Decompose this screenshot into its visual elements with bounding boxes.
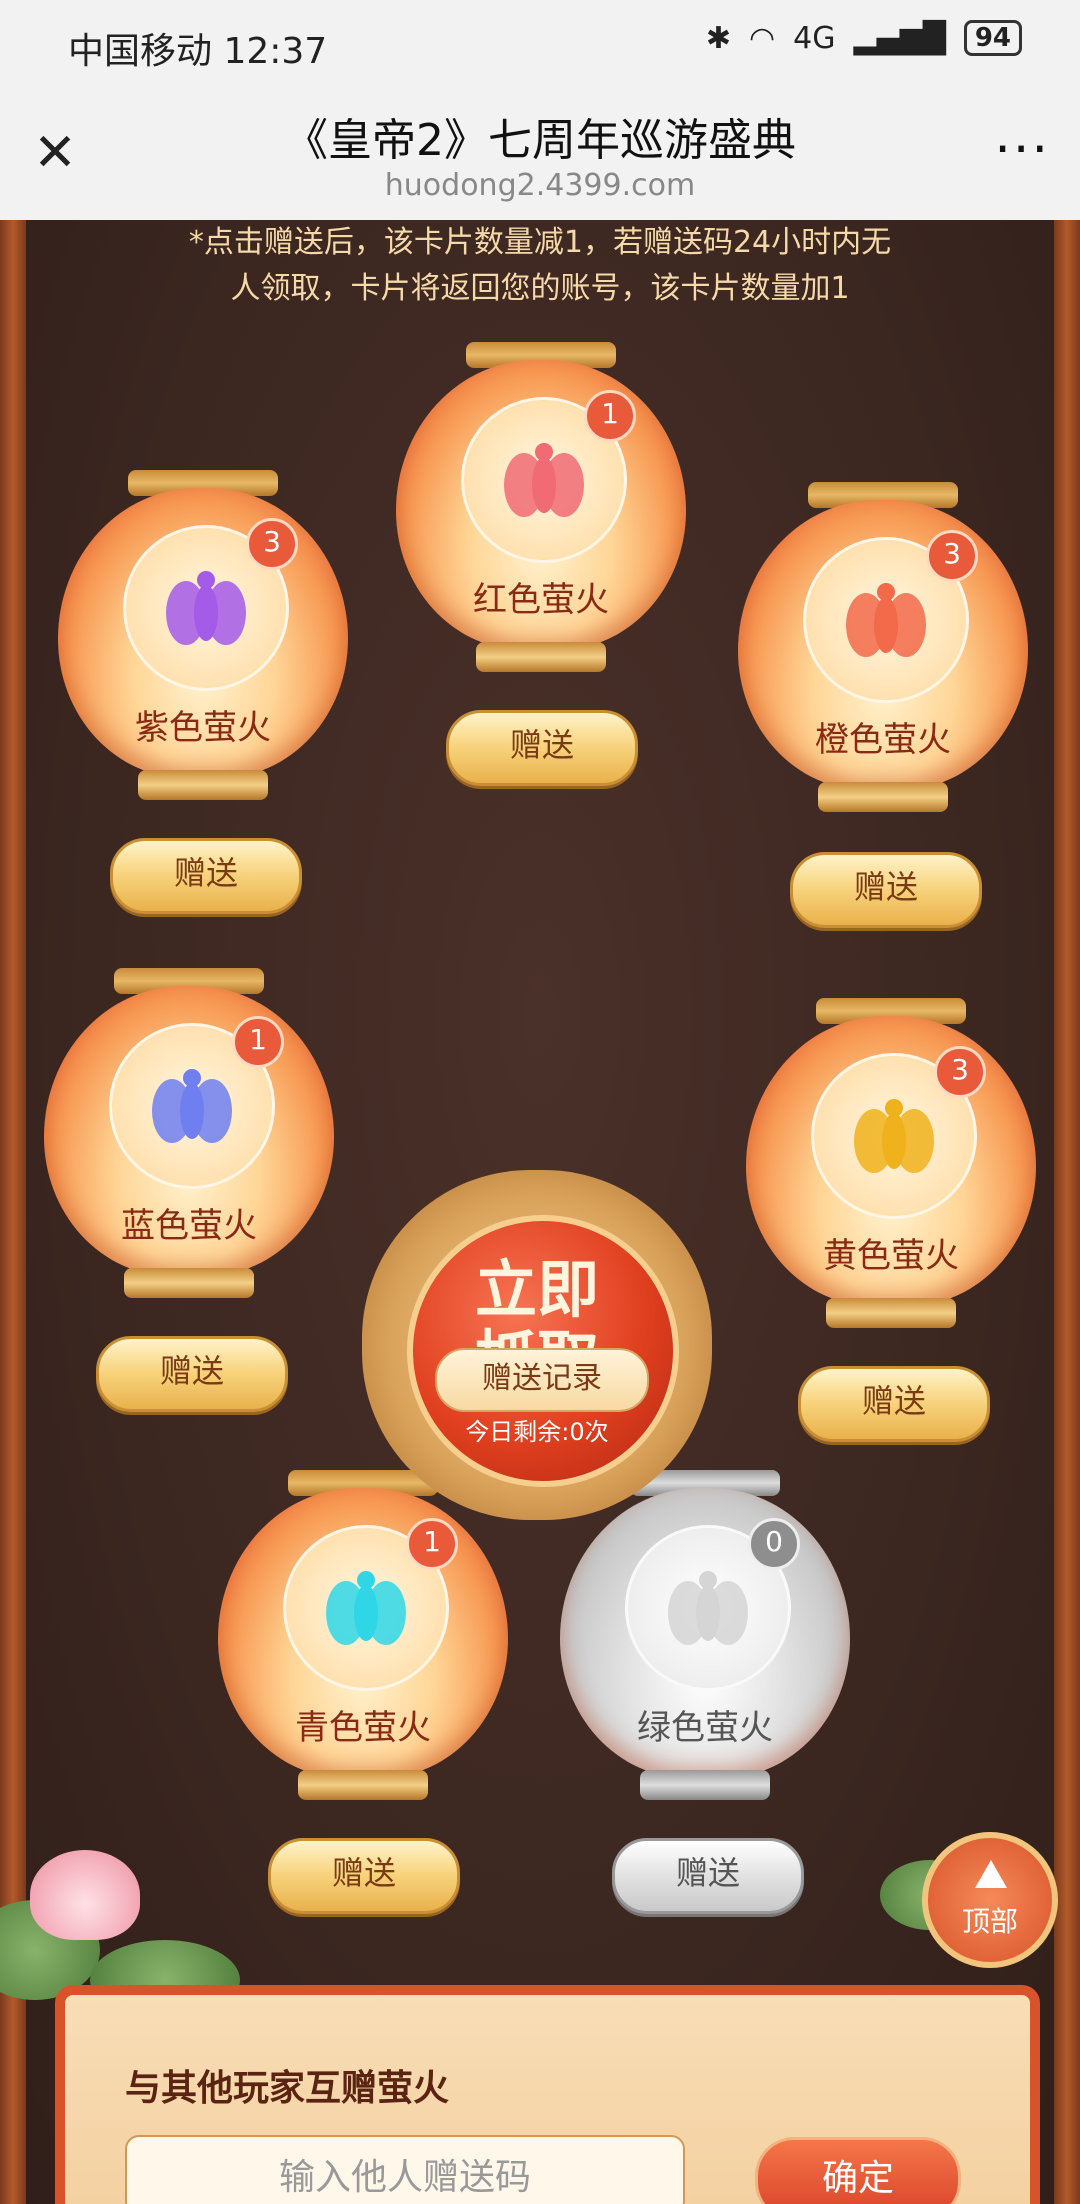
- event-stage: *点击赠送后，该卡片数量减1，若赠送码24小时内无 人领取，卡片将返回您的账号，…: [0, 220, 1080, 2204]
- lantern-orange: 3 橙色萤火: [738, 482, 1028, 827]
- status-bar: 中国移动 12:37 ✱ ◠ 4G ▂▄▆█ 94: [0, 0, 1080, 90]
- page-title: 《皇帝2》七周年巡游盛典: [284, 115, 796, 166]
- count-badge: 3: [926, 530, 978, 582]
- gift-button-yellow[interactable]: 赠送: [798, 1366, 990, 1442]
- firefly-icon: [668, 1571, 748, 1645]
- confirm-button[interactable]: 确定: [755, 2137, 961, 2204]
- firefly-icon: [326, 1571, 406, 1645]
- status-icons: ✱ ◠ 4G ▂▄▆█ 94: [706, 20, 1022, 56]
- lantern-name: 红色萤火: [473, 580, 609, 620]
- exchange-title: 与其他玩家互赠萤火: [125, 2068, 450, 2109]
- frame-right: [1054, 220, 1080, 2204]
- lotus-flower-decoration: [30, 1850, 140, 1940]
- firefly-icon: [846, 583, 926, 657]
- count-badge: 0: [748, 1518, 800, 1570]
- count-badge: 3: [934, 1046, 986, 1098]
- grab-remaining: 今日剩余:0次: [465, 1418, 609, 1446]
- signal-icon: ▂▄▆█: [853, 20, 946, 56]
- count-badge: 1: [232, 1016, 284, 1068]
- lantern-name: 蓝色萤火: [121, 1206, 257, 1246]
- bluetooth-icon: ✱: [705, 20, 731, 56]
- lantern-name: 青色萤火: [295, 1708, 431, 1748]
- lantern-red: 1 红色萤火: [396, 342, 686, 687]
- wifi-icon: ◠: [748, 20, 776, 56]
- lantern-name: 绿色萤火: [637, 1708, 773, 1748]
- gift-button-orange[interactable]: 赠送: [790, 852, 982, 928]
- carrier-time: 中国移动 12:37: [68, 31, 328, 72]
- gift-notice: *点击赠送后，该卡片数量减1，若赠送码24小时内无 人领取，卡片将返回您的账号，…: [100, 220, 980, 312]
- firefly-icon: [152, 1069, 232, 1143]
- notice-line-2: 人领取，卡片将返回您的账号，该卡片数量加1: [230, 271, 850, 306]
- firefly-icon: [504, 443, 584, 517]
- lantern-name: 橙色萤火: [815, 720, 951, 760]
- gift-button-blue[interactable]: 赠送: [96, 1336, 288, 1412]
- count-badge: 1: [584, 390, 636, 442]
- back-to-top-button[interactable]: 顶部: [922, 1832, 1058, 1968]
- lantern-purple: 3 紫色萤火: [58, 470, 348, 815]
- gift-record-button[interactable]: 赠送记录: [435, 1348, 649, 1412]
- battery-icon: 94: [963, 20, 1022, 56]
- gift-button-cyan[interactable]: 赠送: [268, 1838, 460, 1914]
- gift-button-purple[interactable]: 赠送: [110, 838, 302, 914]
- arrow-up-icon: [975, 1860, 1007, 1888]
- firefly-icon: [854, 1099, 934, 1173]
- browser-title-bar: ✕ 《皇帝2》七周年巡游盛典 huodong2.4399.com ···: [0, 90, 1080, 221]
- network-label: 4G: [793, 20, 836, 56]
- exchange-panel: 与其他玩家互赠萤火 输入他人赠送码 确定: [55, 1985, 1040, 2204]
- firefly-icon: [166, 571, 246, 645]
- lantern-blue: 1 蓝色萤火: [44, 968, 334, 1313]
- gift-code-input[interactable]: 输入他人赠送码: [125, 2135, 685, 2204]
- count-badge: 3: [246, 518, 298, 570]
- notice-line-1: *点击赠送后，该卡片数量减1，若赠送码24小时内无: [188, 225, 892, 260]
- back-to-top-label: 顶部: [961, 1905, 1018, 1938]
- page-url: huodong2.4399.com: [384, 168, 696, 203]
- lantern-name: 黄色萤火: [823, 1236, 959, 1276]
- grab-button[interactable]: 立即 抓取 今日剩余:0次: [362, 1150, 712, 1540]
- more-icon[interactable]: ···: [994, 120, 1050, 180]
- gift-button-green[interactable]: 赠送: [612, 1838, 804, 1914]
- lantern-name: 紫色萤火: [135, 708, 271, 748]
- lantern-yellow: 3 黄色萤火: [746, 998, 1036, 1343]
- gift-button-red[interactable]: 赠送: [446, 710, 638, 786]
